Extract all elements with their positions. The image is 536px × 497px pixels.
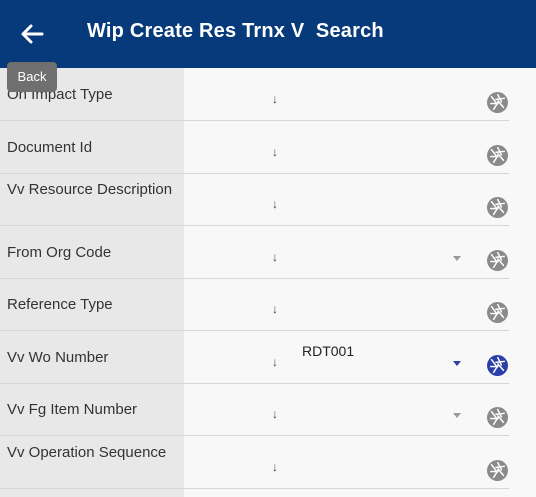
camera-shutter-icon[interactable] xyxy=(487,355,508,376)
field-row-document-id: Document Id ↓ xyxy=(0,121,509,174)
arrow-down-icon[interactable]: ↓ xyxy=(272,355,284,369)
search-field-list: On Impact Type ↓ Document Id ↓ Vv Resour… xyxy=(0,68,536,497)
arrow-down-icon[interactable]: ↓ xyxy=(272,197,284,211)
field-row-vv-operation-sequence: Vv Operation Sequence ↓ xyxy=(0,436,509,489)
arrow-down-icon[interactable]: ↓ xyxy=(272,460,284,474)
page-title: Wip Create Res Trnx V Search xyxy=(87,20,384,42)
back-tooltip: Back xyxy=(7,62,57,92)
field-row-vv-wo-number: Vv Wo Number ↓ RDT001 xyxy=(0,331,509,384)
arrow-down-icon[interactable]: ↓ xyxy=(272,92,284,106)
field-label: Vv Resource Description xyxy=(7,181,173,198)
field-row-reference-type: Reference Type ↓ xyxy=(0,278,509,331)
arrow-down-icon[interactable]: ↓ xyxy=(272,302,284,316)
arrow-down-icon[interactable]: ↓ xyxy=(272,407,284,421)
camera-shutter-icon[interactable] xyxy=(487,460,508,481)
camera-shutter-icon[interactable] xyxy=(487,407,508,428)
back-arrow-icon[interactable] xyxy=(18,20,46,48)
field-label: Reference Type xyxy=(7,296,113,313)
arrow-down-icon[interactable]: ↓ xyxy=(272,145,284,159)
field-row-vv-fg-item-number: Vv Fg Item Number ↓ xyxy=(0,383,509,436)
caret-down-icon[interactable] xyxy=(453,361,461,366)
caret-down-icon[interactable] xyxy=(453,256,461,261)
field-label: Document Id xyxy=(7,139,93,156)
field-label: Vv Operation Sequence xyxy=(7,444,167,461)
camera-shutter-icon[interactable] xyxy=(487,302,508,323)
field-row-vv-resource-description: Vv Resource Description ↓ xyxy=(0,173,509,226)
caret-down-icon[interactable] xyxy=(453,413,461,418)
camera-shutter-icon[interactable] xyxy=(487,92,508,113)
camera-shutter-icon[interactable] xyxy=(487,250,508,271)
field-row-on-impact-type: On Impact Type ↓ xyxy=(0,68,509,121)
arrow-down-icon[interactable]: ↓ xyxy=(272,250,284,264)
camera-shutter-icon[interactable] xyxy=(487,197,508,218)
field-value[interactable]: RDT001 xyxy=(302,343,354,359)
field-label: Vv Wo Number xyxy=(7,349,109,366)
field-label: From Org Code xyxy=(7,244,112,261)
camera-shutter-icon[interactable] xyxy=(487,145,508,166)
field-row-from-org-code: From Org Code ↓ xyxy=(0,226,509,279)
field-label: Vv Fg Item Number xyxy=(7,401,138,418)
app-header: Wip Create Res Trnx V Search xyxy=(0,0,536,68)
